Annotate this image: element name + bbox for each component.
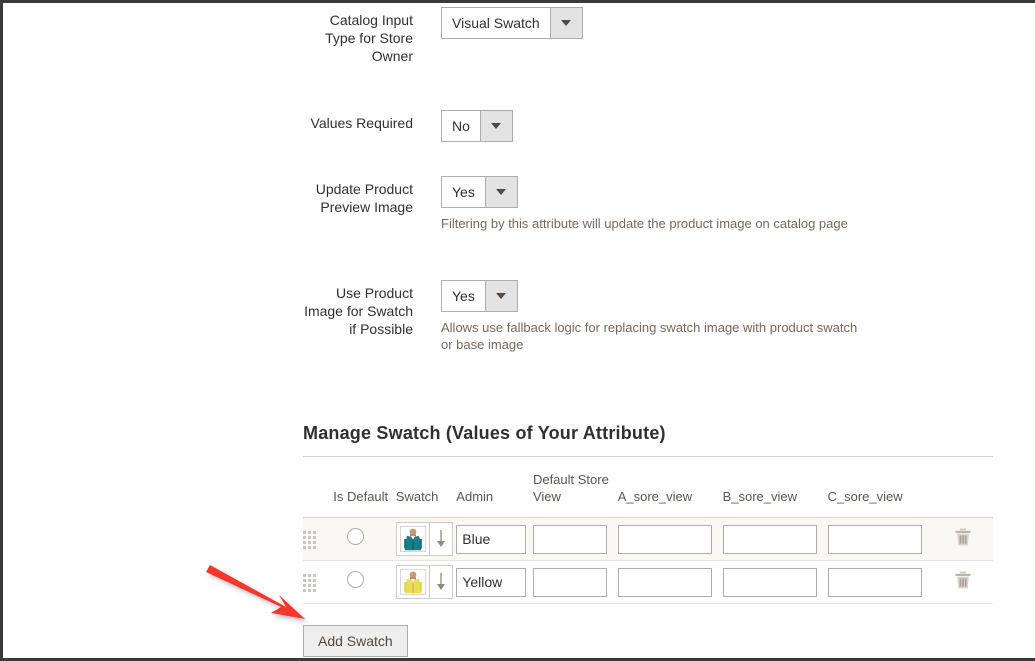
admin-cell — [456, 517, 533, 561]
column-header-b-sore-view: B_sore_view — [722, 457, 828, 518]
swatch-uploader[interactable] — [395, 564, 453, 599]
catalog-input-type-value: Visual Swatch — [442, 8, 550, 38]
is-default-radio[interactable] — [347, 528, 365, 545]
field-label-update-product-preview-image: Update Product Preview Image — [315, 181, 413, 215]
table-row — [303, 560, 993, 604]
field-control-catalog-input-type: Visual Swatch — [441, 7, 583, 39]
manage-swatch-section: Manage Swatch (Values of Your Attribute)… — [303, 423, 993, 604]
chevron-down-icon[interactable] — [549, 8, 582, 38]
admin-cell — [456, 560, 533, 604]
default-store-view-input[interactable] — [532, 567, 607, 597]
swatch-upload-arrow-icon[interactable] — [428, 522, 452, 555]
c-sore-view-input[interactable] — [827, 524, 922, 554]
swatch-image-blue[interactable] — [399, 525, 426, 552]
b-sore-view-cell — [722, 560, 828, 604]
swatch-table: Is Default Swatch Admin Default Store Vi… — [303, 457, 993, 604]
helper-text-update-product-preview-image: Filtering by this attribute will update … — [441, 216, 848, 231]
column-header-a-sore-view: A_sore_view — [617, 457, 723, 518]
trash-icon — [955, 571, 971, 588]
field-update-product-preview-image: Update Product Preview Image Yes Filteri… — [303, 176, 848, 232]
chevron-down-icon[interactable] — [484, 281, 517, 311]
field-use-product-image-for-swatch: Use Product Image for Swatch if Possible… — [303, 280, 871, 353]
c-sore-view-cell — [827, 517, 933, 561]
update-product-preview-image-value: Yes — [442, 177, 485, 207]
use-product-image-for-swatch-value: Yes — [442, 281, 485, 311]
add-swatch-button[interactable]: Add Swatch — [303, 625, 408, 657]
column-header-swatch: Swatch — [395, 457, 457, 518]
default-store-view-input[interactable] — [532, 524, 607, 554]
column-header-c-sore-view: C_sore_view — [827, 457, 933, 518]
b-sore-view-input[interactable] — [722, 567, 817, 597]
swatch-cell — [395, 560, 457, 604]
field-label-use-product-image-for-swatch: Use Product Image for Swatch if Possible — [304, 285, 413, 337]
swatch-image-yellow[interactable] — [399, 568, 426, 595]
admin-input[interactable] — [456, 524, 527, 554]
chevron-down-icon[interactable] — [484, 177, 517, 207]
is-default-radio[interactable] — [347, 571, 365, 588]
manage-swatch-title: Manage Swatch (Values of Your Attribute) — [303, 423, 666, 443]
update-product-preview-image-select[interactable]: Yes — [441, 176, 518, 208]
values-required-value: No — [442, 111, 480, 141]
chevron-down-icon[interactable] — [479, 111, 512, 141]
field-values-required: Values Required No — [303, 110, 513, 142]
field-catalog-input-type: Catalog Input Type for Store Owner Visua… — [303, 7, 583, 65]
catalog-input-type-select[interactable]: Visual Swatch — [441, 7, 583, 39]
default-store-view-cell — [532, 517, 618, 561]
column-header-delete — [932, 457, 993, 518]
field-control-use-product-image-for-swatch: Yes Allows use fallback logic for replac… — [441, 280, 871, 353]
field-label-values-required: Values Required — [310, 115, 413, 131]
delete-cell — [932, 517, 993, 561]
delete-row-button[interactable] — [954, 527, 972, 547]
swatch-uploader[interactable] — [395, 521, 453, 556]
column-header-admin: Admin — [456, 457, 533, 518]
table-row — [303, 517, 993, 561]
is-default-cell — [333, 560, 396, 604]
field-control-values-required: No — [441, 110, 513, 142]
column-header-drag — [303, 457, 334, 518]
c-sore-view-input[interactable] — [827, 567, 922, 597]
a-sore-view-cell — [617, 560, 723, 604]
is-default-cell — [333, 517, 396, 561]
drag-handle-icon[interactable] — [303, 530, 316, 549]
swatch-cell — [395, 517, 457, 561]
window-frame: Catalog Input Type for Store Owner Visua… — [0, 0, 1035, 661]
b-sore-view-cell — [722, 517, 828, 561]
drag-cell — [303, 560, 334, 604]
delete-cell — [932, 560, 993, 604]
c-sore-view-cell — [827, 560, 933, 604]
drag-handle-icon[interactable] — [303, 573, 316, 592]
column-header-is-default: Is Default — [333, 457, 396, 518]
default-store-view-cell — [532, 560, 618, 604]
delete-row-button[interactable] — [954, 570, 972, 590]
b-sore-view-input[interactable] — [722, 524, 817, 554]
values-required-select[interactable]: No — [441, 110, 513, 142]
swatch-upload-arrow-icon[interactable] — [428, 565, 452, 598]
helper-text-use-product-image-for-swatch: Allows use fallback logic for replacing … — [441, 320, 858, 352]
field-label-catalog-input-type: Catalog Input Type for Store Owner — [325, 12, 413, 64]
a-sore-view-input[interactable] — [617, 567, 712, 597]
swatch-table-header-row: Is Default Swatch Admin Default Store Vi… — [303, 457, 993, 518]
drag-cell — [303, 517, 334, 561]
a-sore-view-cell — [617, 517, 723, 561]
use-product-image-for-swatch-select[interactable]: Yes — [441, 280, 518, 312]
a-sore-view-input[interactable] — [617, 524, 712, 554]
field-control-update-product-preview-image: Yes Filtering by this attribute will upd… — [441, 176, 848, 232]
column-header-default-store-view: Default Store View — [532, 457, 618, 518]
admin-input[interactable] — [456, 567, 527, 597]
attribute-edit-page: Catalog Input Type for Store Owner Visua… — [3, 3, 1035, 658]
trash-icon — [955, 528, 971, 545]
